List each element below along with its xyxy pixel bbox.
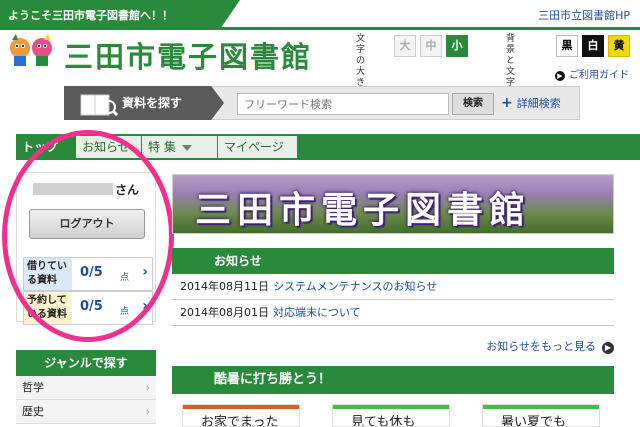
library-hp-link[interactable]: 三田市立図書館HP: [538, 7, 630, 23]
chevron-right-icon: ›: [145, 405, 150, 418]
tab-features[interactable]: 特 集: [142, 136, 218, 158]
reserved-unit: 点: [120, 307, 130, 317]
notice-date: 2014年08月01日: [180, 306, 269, 319]
borrowed-row[interactable]: 借りている資料 0/5 点 ›: [23, 257, 153, 291]
card-title: 暑い夏でも: [501, 415, 567, 427]
mascot-icon: [10, 34, 52, 66]
card-title: 見ても休も: [351, 415, 416, 427]
main-nav: トップ お知らせ 特 集 マイページ: [16, 134, 640, 160]
top-bar: ようこそ三田市電子図書館へ！！ 三田市立図書館HP: [0, 0, 640, 30]
chevron-down-icon: [181, 144, 192, 151]
genre-label: 哲学: [22, 381, 44, 394]
tab-features-label: 特 集: [148, 140, 176, 154]
blurred-username: [33, 183, 113, 195]
search-button[interactable]: 検索: [452, 93, 494, 115]
reserved-row[interactable]: 予約している資料 0/5 点 ›: [23, 291, 153, 325]
tab-news[interactable]: お知らせ: [76, 136, 142, 158]
notice-link[interactable]: システムメンテナンスのお知らせ: [273, 280, 437, 293]
notices-heading: お知らせ: [172, 248, 614, 274]
welcome-message: ようこそ三田市電子図書館へ！！: [0, 0, 240, 28]
borrowed-unit: 点: [120, 273, 130, 283]
chevron-right-icon: ›: [145, 381, 150, 394]
feature-cards: お家でまった 見ても休も 暑い夏でも: [182, 404, 622, 427]
color-yellow-button[interactable]: 黄: [608, 35, 630, 57]
card-title: お家でまった: [201, 415, 279, 427]
text-size-large-button[interactable]: 大: [394, 35, 416, 57]
guide-link[interactable]: ▶ ご利用ガイド: [555, 66, 629, 81]
more-notices-link[interactable]: お知らせをもっと見る ▶: [486, 338, 614, 354]
book-magnifier-icon: [80, 94, 119, 117]
more-notices-label: お知らせをもっと見る: [486, 340, 596, 353]
notice-item: 2014年08月01日 対応端末について: [172, 300, 614, 326]
genre-item-philosophy[interactable]: 哲学 ›: [16, 376, 156, 400]
guide-label: ご利用ガイド: [569, 70, 629, 81]
arrow-right-icon: ▶: [602, 342, 614, 354]
borrowed-count: 0/5: [80, 265, 103, 280]
site-title: 三田市電子図書館: [64, 40, 313, 74]
search-input[interactable]: [237, 93, 449, 115]
color-black-button[interactable]: 黒: [556, 35, 578, 57]
text-size-medium-button[interactable]: 中: [420, 35, 442, 57]
borrowed-label: 借りている資料: [24, 258, 72, 290]
text-size-small-button[interactable]: 小: [446, 35, 468, 57]
plus-icon: +: [501, 95, 513, 111]
feature-card[interactable]: 暑い夏でも: [482, 404, 600, 427]
notice-date: 2014年08月11日: [180, 280, 269, 293]
search-bar: 資料を探す 検索 +詳細検索: [64, 86, 580, 120]
honorific: さん: [115, 183, 140, 197]
color-label: 背景と: [506, 34, 516, 66]
advanced-search-label: 詳細検索: [516, 97, 561, 110]
logout-button[interactable]: ログアウト: [29, 209, 145, 239]
genre-heading: ジャンルで探す: [16, 350, 156, 376]
reserved-count: 0/5: [80, 299, 103, 314]
advanced-search-link[interactable]: + 詳細検索: [501, 95, 561, 111]
notice-link[interactable]: 対応端末について: [273, 306, 361, 319]
color-white-button[interactable]: 白: [582, 35, 604, 57]
feature-card[interactable]: 見ても休も: [332, 404, 450, 427]
tab-top[interactable]: トップ: [16, 136, 76, 158]
notice-item: 2014年08月11日 システムメンテナンスのお知らせ: [172, 274, 614, 300]
arrow-right-icon: ▶: [555, 71, 565, 81]
genre-label: 歴史: [22, 405, 44, 418]
banner-title: 三田市電子図書館: [195, 190, 532, 231]
feature-card[interactable]: お家でまった: [182, 404, 300, 427]
card-accent: [183, 405, 299, 409]
chevron-right-icon: ›: [142, 264, 148, 280]
account-box: さん ログアウト 借りている資料 0/5 点 › 予約している資料 0/5 点 …: [16, 172, 156, 325]
genre-panel: ジャンルで探す 哲学 › 歴史 ›: [16, 350, 156, 424]
tab-mypage[interactable]: マイページ: [218, 136, 298, 158]
card-accent: [483, 405, 599, 409]
notices-section: お知らせ 2014年08月11日 システムメンテナンスのお知らせ 2014年08月…: [172, 248, 614, 354]
reserved-label: 予約している資料: [24, 292, 72, 324]
genre-item-history[interactable]: 歴史 ›: [16, 400, 156, 424]
hero-banner: 三田市電子図書館: [172, 174, 614, 234]
site-logo[interactable]: 三田市電子図書館: [6, 30, 326, 74]
chevron-right-icon: ›: [142, 298, 148, 314]
card-accent: [333, 405, 449, 409]
text-size-label: 文字の: [356, 34, 366, 66]
feature-heading: 酷暑に打ち勝とう！: [172, 366, 614, 394]
